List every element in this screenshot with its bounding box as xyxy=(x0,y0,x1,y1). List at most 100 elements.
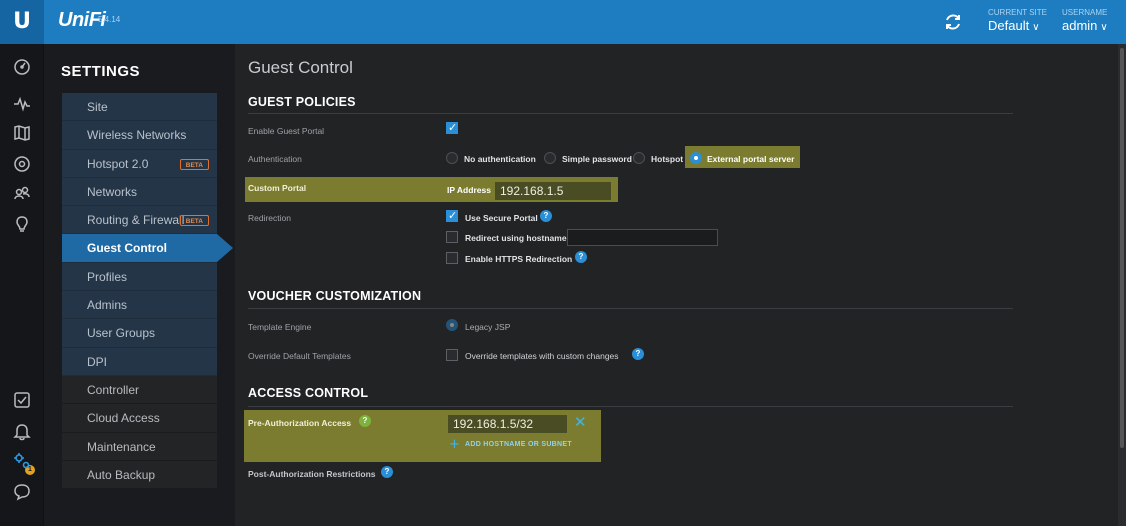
nav-item-maintenance[interactable]: Maintenance xyxy=(62,432,217,461)
redirection-label: Redirection xyxy=(248,213,291,223)
alerts-icon[interactable] xyxy=(11,420,33,442)
settings-nav-list: Site Wireless Networks Hotspot 2.0 BETA N… xyxy=(62,93,233,490)
insights-icon[interactable] xyxy=(11,213,33,235)
external-portal-server-label: External portal server xyxy=(707,154,795,164)
nav-item-user-groups[interactable]: User Groups xyxy=(62,319,217,348)
enable-guest-portal-checkbox[interactable] xyxy=(446,121,458,134)
add-hostname-or-subnet-link[interactable]: ADD HOSTNAME OR SUBNET xyxy=(465,441,572,448)
authentication-label: Authentication xyxy=(248,154,302,164)
version-label: 5.4.14 xyxy=(98,15,121,24)
help-icon[interactable]: ? xyxy=(381,466,393,478)
post-authorization-label: Post-Authorization Restrictions xyxy=(248,469,376,479)
voucher-customization-title: VOUCHER CUSTOMIZATION xyxy=(248,289,422,303)
enable-https-redirection-checkbox[interactable] xyxy=(446,252,458,264)
nav-item-label: Wireless Networks xyxy=(87,128,187,143)
override-templates-label: Override templates with custom changes xyxy=(465,351,619,361)
ip-address-input[interactable]: 192.168.1.5 xyxy=(494,181,612,201)
radio-simple-password[interactable] xyxy=(544,152,556,164)
divider xyxy=(248,113,1013,114)
pre-authorization-label: Pre-Authorization Access xyxy=(248,418,352,428)
nav-item-wireless-networks[interactable]: Wireless Networks xyxy=(62,121,217,150)
redirect-hostname-label: Redirect using hostname xyxy=(465,233,567,243)
chevron-down-icon: ∨ xyxy=(1100,22,1108,33)
use-secure-portal-label: Use Secure Portal xyxy=(465,213,538,223)
hotspot-label: Hotspot xyxy=(651,154,684,164)
guest-policies-title: GUEST POLICIES xyxy=(248,95,356,109)
current-site-value: Default xyxy=(988,18,1030,33)
map-icon[interactable] xyxy=(11,122,33,144)
nav-item-label: Routing & Firewall xyxy=(87,213,185,228)
clients-icon[interactable] xyxy=(11,183,33,205)
nav-item-site[interactable]: Site xyxy=(62,93,217,122)
pre-authorization-input[interactable]: 192.168.1.5/32 xyxy=(447,414,568,434)
help-icon[interactable]: ? xyxy=(632,348,644,360)
help-icon[interactable]: ? xyxy=(575,251,587,263)
ip-address-label: IP Address xyxy=(447,185,491,195)
current-site-selector[interactable]: CURRENT SITE Default ∨ xyxy=(988,8,1047,33)
redirect-hostname-input[interactable] xyxy=(567,229,718,246)
refresh-icon[interactable] xyxy=(942,11,964,33)
username-selector[interactable]: USERNAME admin ∨ xyxy=(1062,8,1108,33)
custom-portal-label: Custom Portal xyxy=(248,183,307,193)
nav-item-networks[interactable]: Networks xyxy=(62,177,217,207)
simple-password-label: Simple password xyxy=(562,154,632,164)
nav-item-admins[interactable]: Admins xyxy=(62,291,217,320)
nav-item-cloud-access[interactable]: Cloud Access xyxy=(62,404,217,433)
divider xyxy=(248,308,1013,309)
nav-item-guest-control[interactable]: Guest Control xyxy=(62,234,233,263)
username-caption: USERNAME xyxy=(1062,8,1108,17)
template-engine-label: Template Engine xyxy=(248,322,312,332)
nav-item-auto-backup[interactable]: Auto Backup xyxy=(62,460,217,490)
nav-item-controller[interactable]: Controller xyxy=(62,375,217,405)
beta-badge: BETA xyxy=(179,158,209,170)
nav-item-label: Networks xyxy=(87,184,138,199)
redirect-hostname-checkbox[interactable] xyxy=(446,231,458,243)
settings-icon[interactable] xyxy=(11,450,33,472)
access-control-title: ACCESS CONTROL xyxy=(248,386,369,400)
help-icon[interactable]: ? xyxy=(359,415,371,427)
divider xyxy=(248,406,1013,407)
nav-item-profiles[interactable]: Profiles xyxy=(62,262,217,292)
scrollbar-thumb[interactable] xyxy=(1120,48,1124,448)
radio-no-authentication[interactable] xyxy=(446,152,458,164)
chevron-down-icon: ∨ xyxy=(1032,22,1040,33)
nav-item-label: Profiles xyxy=(87,269,128,284)
dashboard-icon[interactable] xyxy=(11,56,33,78)
nav-item-label: User Groups xyxy=(87,326,156,341)
icon-rail: 1 xyxy=(0,44,44,526)
nav-item-label: Admins xyxy=(87,298,128,313)
help-icon[interactable]: ? xyxy=(540,210,552,222)
remove-icon[interactable]: ✕ xyxy=(574,413,587,431)
ubiquiti-logo[interactable]: U xyxy=(0,0,44,44)
radio-external-portal-server[interactable] xyxy=(690,152,702,164)
override-default-templates-label: Override Default Templates xyxy=(248,351,351,361)
nav-item-label: Maintenance xyxy=(87,439,156,454)
top-bar: U UniFi 5.4.14 CURRENT SITE Default ∨ USE… xyxy=(0,0,1126,44)
page-title: Guest Control xyxy=(248,58,353,77)
no-authentication-label: No authentication xyxy=(464,154,536,164)
use-secure-portal-checkbox[interactable] xyxy=(446,209,458,222)
enable-guest-portal-label: Enable Guest Portal xyxy=(248,126,325,136)
username-value: admin xyxy=(1062,18,1098,33)
nav-item-label: Controller xyxy=(87,382,140,397)
legacy-jsp-label: Legacy JSP xyxy=(465,322,511,332)
tasks-icon[interactable] xyxy=(11,389,33,411)
settings-title: SETTINGS xyxy=(61,63,141,80)
add-icon[interactable]: + xyxy=(449,437,460,452)
chat-icon[interactable] xyxy=(11,481,33,503)
legacy-jsp-radio[interactable] xyxy=(446,319,458,331)
nav-item-label: Guest Control xyxy=(87,241,167,256)
nav-item-hotspot-2-0[interactable]: Hotspot 2.0 BETA xyxy=(62,149,217,178)
nav-item-label: Site xyxy=(87,100,108,114)
scrollbar[interactable] xyxy=(1118,44,1126,526)
nav-item-label: Hotspot 2.0 xyxy=(87,156,149,171)
nav-item-routing-firewall[interactable]: Routing & Firewall BETA xyxy=(62,206,217,235)
devices-icon[interactable] xyxy=(11,153,33,175)
statistics-icon[interactable] xyxy=(11,93,33,115)
nav-item-dpi[interactable]: DPI xyxy=(62,347,217,376)
radio-hotspot[interactable] xyxy=(633,152,645,164)
override-templates-checkbox[interactable] xyxy=(446,349,458,361)
enable-https-redirection-label: Enable HTTPS Redirection xyxy=(465,254,573,264)
nav-item-label: DPI xyxy=(87,354,108,369)
nav-item-label: Cloud Access xyxy=(87,411,160,426)
